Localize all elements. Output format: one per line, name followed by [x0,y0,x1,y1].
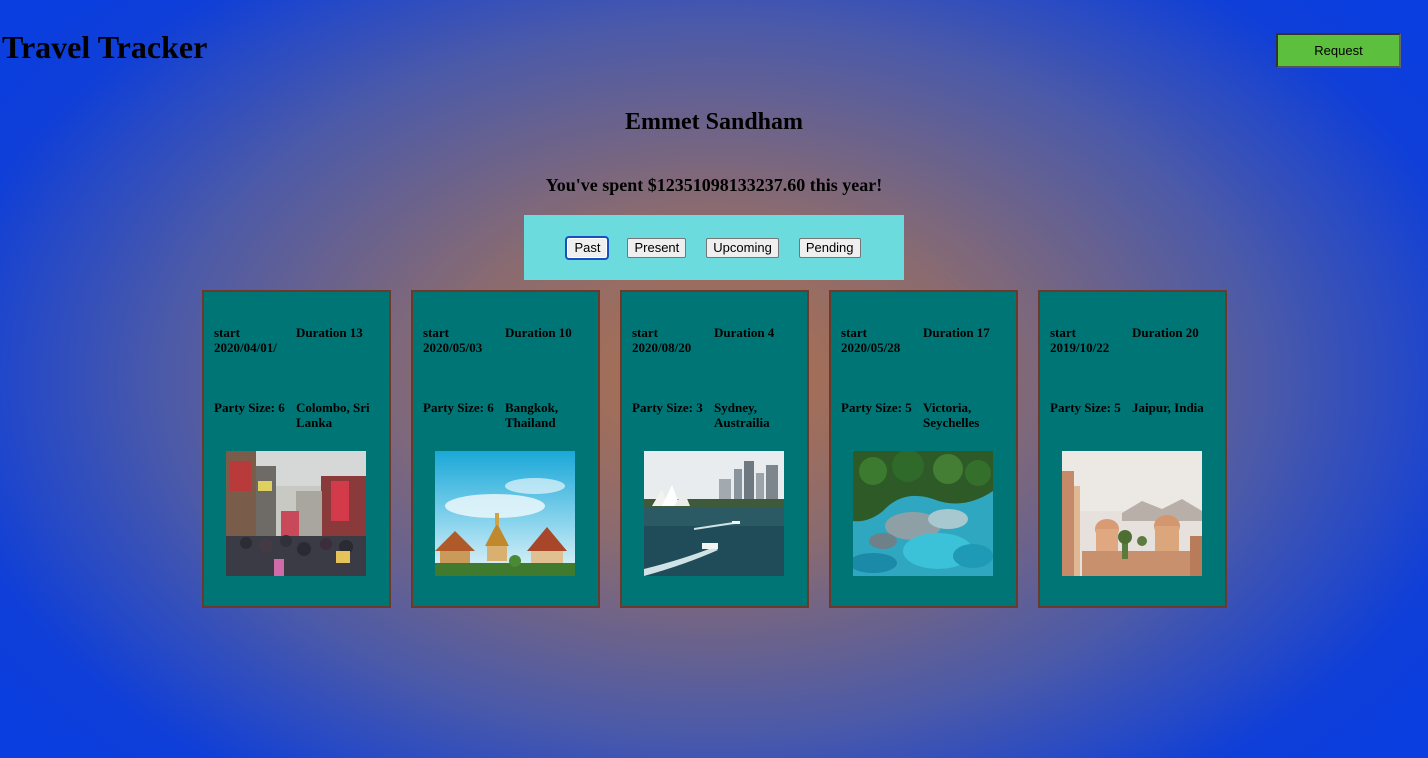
trip-destination: Sydney, Austrailia [714,400,770,430]
trip-start-date: start 2020/08/20 [632,325,692,355]
trip-destination: Colombo, Sri Lanka [296,400,370,430]
trip-party-size: Party Size: 5 [1050,400,1121,415]
trip-duration: Duration 20 [1132,325,1199,340]
trip-destination: Jaipur, India [1132,400,1204,415]
user-name: Emmet Sandham [624,109,804,135]
trip-card-mid-row: Party Size: 5 Jaipur, India [1050,400,1219,415]
app-title: Travel Tracker [2,29,208,65]
trip-card-mid-row: Party Size: 6 Colombo, Sri Lanka [214,400,383,430]
trip-start-date: start 2019/10/22 [1050,325,1110,355]
trip-start-date: start 2020/05/03 [423,325,483,355]
trip-party-size: Party Size: 5 [841,400,912,415]
colombo-street-photo [226,451,366,576]
trip-card-mid-row: Party Size: 6 Bangkok, Thailand [423,400,592,430]
trip-card-mid-row: Party Size: 3 Sydney, Austrailia [632,400,801,430]
filter-pending-button[interactable]: Pending [798,237,861,258]
trip-destination: Victoria, Seychelles [923,400,980,430]
trip-duration: Duration 10 [505,325,572,340]
sydney-harbour-photo [644,451,784,576]
trip-party-size: Party Size: 3 [632,400,703,415]
trip-duration: Duration 4 [714,325,775,340]
trip-card-top-row: start 2020/04/01/ Duration 13 [214,325,383,355]
bangkok-temple-photo [435,451,575,576]
trip-cards: start 2020/04/01/ Duration 13 Party Size… [202,290,1227,608]
trip-filter-bar: Past Present Upcoming Pending [524,215,904,280]
jaipur-palace-photo [1062,451,1202,576]
filter-upcoming-button[interactable]: Upcoming [706,237,779,258]
trip-party-size: Party Size: 6 [214,400,285,415]
trip-card: start 2020/05/03 Duration 10 Party Size:… [411,290,600,608]
trip-destination: Bangkok, Thailand [505,400,559,430]
trip-card: start 2020/08/20 Duration 4 Party Size: … [620,290,809,608]
trip-card: start 2020/04/01/ Duration 13 Party Size… [202,290,391,608]
trip-card-top-row: start 2020/05/03 Duration 10 [423,325,592,355]
request-button[interactable]: Request [1276,33,1401,68]
trip-card-top-row: start 2020/08/20 Duration 4 [632,325,801,355]
trip-duration: Duration 17 [923,325,990,340]
trip-duration: Duration 13 [296,325,363,340]
trip-start-date: start 2020/04/01/ [214,325,277,355]
trip-card-top-row: start 2019/10/22 Duration 20 [1050,325,1219,355]
trip-card: start 2020/05/28 Duration 17 Party Size:… [829,290,1018,608]
trip-card-top-row: start 2020/05/28 Duration 17 [841,325,1010,355]
trip-party-size: Party Size: 6 [423,400,494,415]
trip-card: start 2019/10/22 Duration 20 Party Size:… [1038,290,1227,608]
spent-summary: You've spent $12351098133237.60 this yea… [545,175,883,195]
filter-past-button[interactable]: Past [565,235,610,260]
seychelles-coast-photo [853,451,993,576]
trip-card-mid-row: Party Size: 5 Victoria, Seychelles [841,400,1010,430]
trip-start-date: start 2020/05/28 [841,325,901,355]
filter-present-button[interactable]: Present [627,237,687,258]
